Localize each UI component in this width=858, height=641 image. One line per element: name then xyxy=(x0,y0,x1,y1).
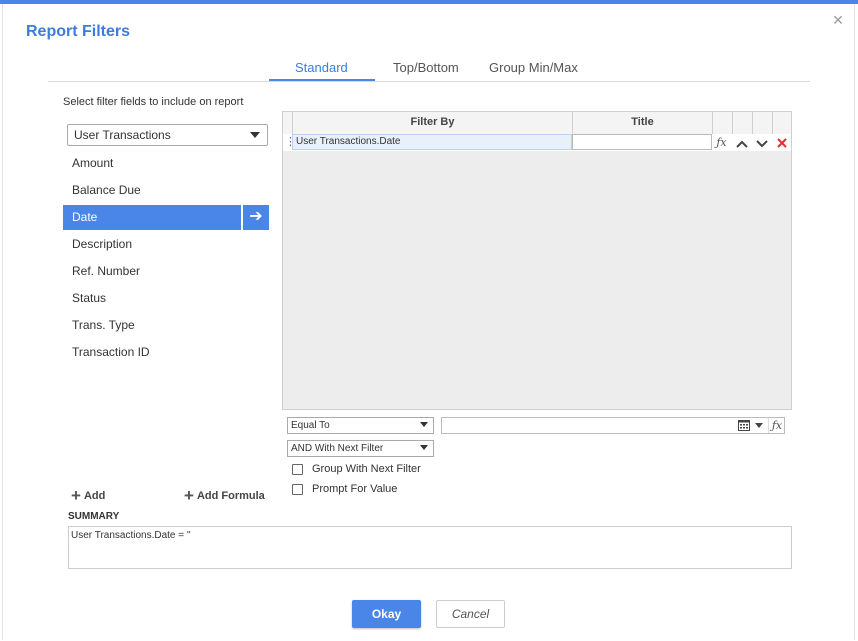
chevron-up-icon[interactable] xyxy=(732,134,751,151)
formula-icon[interactable]: ƒx xyxy=(768,418,785,433)
title-input[interactable] xyxy=(572,134,712,150)
close-icon[interactable]: × xyxy=(830,11,846,29)
prompt-for-value-checkbox[interactable] xyxy=(292,484,303,495)
formula-icon[interactable]: ƒx xyxy=(712,134,731,151)
calendar-icon[interactable] xyxy=(738,419,750,431)
delete-icon[interactable] xyxy=(772,134,791,151)
column-spacer xyxy=(712,112,732,134)
filter-by-cell[interactable]: User Transactions.Date xyxy=(292,134,572,150)
tab-group-min-max[interactable]: Group Min/Max xyxy=(489,60,578,75)
field-item-date[interactable]: Date xyxy=(63,205,241,230)
source-table-select[interactable]: User Transactions xyxy=(67,124,268,146)
filter-value xyxy=(442,423,445,434)
table-row[interactable]: ⋮ User Transactions.Date ƒx xyxy=(283,134,791,151)
column-filter-by: Filter By xyxy=(292,112,572,134)
plus-icon: + xyxy=(71,486,81,505)
okay-button[interactable]: Okay xyxy=(352,600,421,628)
group-with-next-label: Group With Next Filter xyxy=(312,463,421,475)
add-formula-label: Add Formula xyxy=(196,490,265,502)
field-item-transaction-id[interactable]: Transaction ID xyxy=(63,340,241,365)
plus-icon: + xyxy=(184,486,194,505)
source-table-value: User Transactions xyxy=(74,128,171,142)
dropdown-caret-icon xyxy=(420,445,428,450)
column-title: Title xyxy=(572,112,712,134)
column-spacer xyxy=(772,112,791,134)
add-formula-button[interactable]: + Add Formula xyxy=(184,486,265,506)
tab-top-bottom[interactable]: Top/Bottom xyxy=(393,60,459,75)
column-spacer xyxy=(752,112,772,134)
dialog-title: Report Filters xyxy=(26,23,131,40)
field-item-trans-type[interactable]: Trans. Type xyxy=(63,313,241,338)
field-item-amount[interactable]: Amount xyxy=(63,151,241,176)
field-item-balance-due[interactable]: Balance Due xyxy=(63,178,241,203)
tab-standard[interactable]: Standard xyxy=(295,60,348,75)
summary-text: User Transactions.Date = '' xyxy=(68,526,792,569)
dropdown-caret-icon[interactable] xyxy=(755,423,763,428)
add-button[interactable]: + Add xyxy=(71,486,105,506)
group-with-next-checkbox[interactable] xyxy=(292,464,303,475)
filter-value-input[interactable]: ƒx xyxy=(441,417,785,434)
dropdown-caret-icon xyxy=(250,132,260,138)
dropdown-caret-icon xyxy=(420,422,428,427)
field-item-description[interactable]: Description xyxy=(63,232,241,257)
cancel-button[interactable]: Cancel xyxy=(436,600,505,628)
tab-divider xyxy=(48,81,810,82)
active-tab-indicator xyxy=(269,79,375,81)
filter-grid: Filter By Title ⋮ User Transactions.Date… xyxy=(282,111,792,410)
field-instructions: Select filter fields to include on repor… xyxy=(63,96,244,108)
grid-header: Filter By Title xyxy=(283,112,791,135)
add-field-arrow-button[interactable]: ➔ xyxy=(243,205,269,230)
chevron-down-icon[interactable] xyxy=(752,134,771,151)
drag-handle-icon[interactable]: ⋮ xyxy=(285,136,296,149)
operator-select[interactable]: Equal To xyxy=(287,417,434,434)
operator-value: Equal To xyxy=(291,420,330,431)
column-spacer xyxy=(732,112,752,134)
add-label: Add xyxy=(83,490,106,502)
field-item-ref-number[interactable]: Ref. Number xyxy=(63,259,241,284)
join-value: AND With Next Filter xyxy=(291,443,384,454)
join-select[interactable]: AND With Next Filter xyxy=(287,440,434,457)
prompt-for-value-label: Prompt For Value xyxy=(312,483,398,495)
summary-label: SUMMARY xyxy=(68,511,120,522)
field-item-status[interactable]: Status xyxy=(63,286,241,311)
